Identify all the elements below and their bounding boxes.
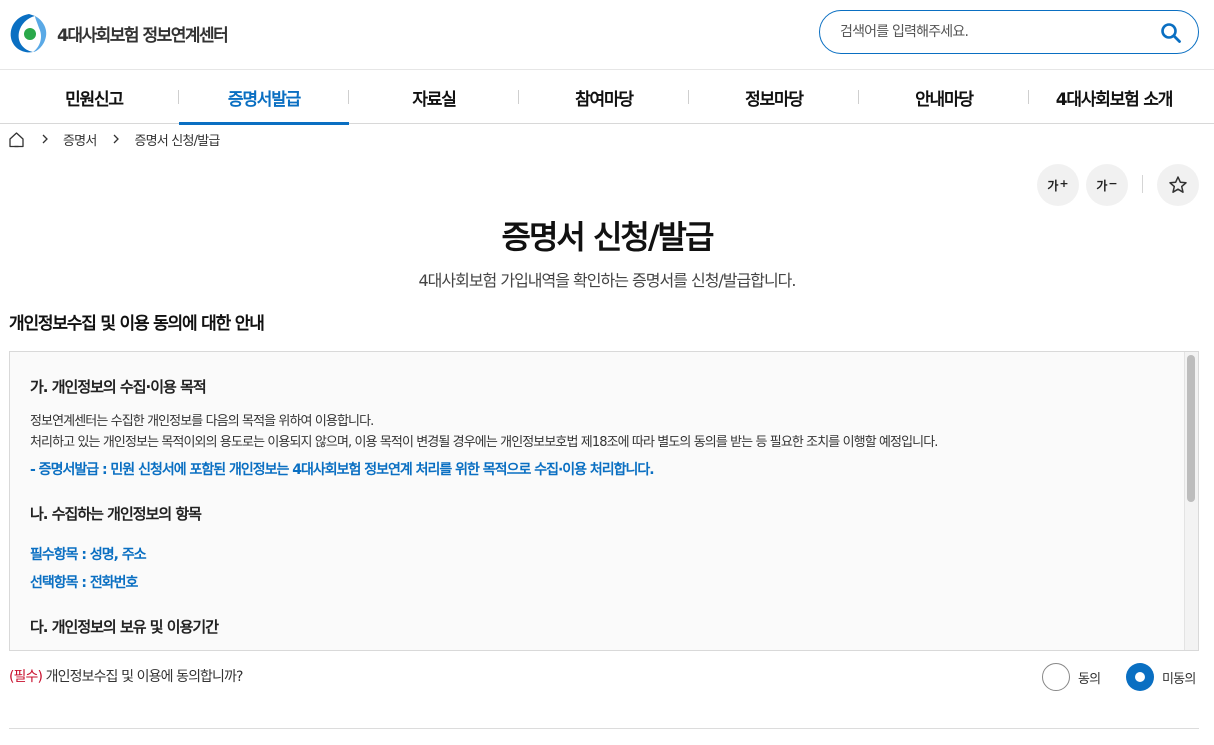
plus-icon: + xyxy=(1059,176,1069,190)
scrollbar-track[interactable] xyxy=(1184,352,1198,650)
nav-item-library[interactable]: 자료실 xyxy=(349,70,519,124)
main-nav: 민원신고 증명서발급 자료실 참여마당 정보마당 안내마당 4대사회보험 소개 xyxy=(0,69,1214,125)
search-box xyxy=(819,10,1199,54)
bookmark-button[interactable] xyxy=(1157,164,1199,206)
font-up-label: 가 xyxy=(1047,178,1059,193)
breadcrumb-item[interactable]: 증명서 xyxy=(63,130,97,149)
nav-item-complaint[interactable]: 민원신고 xyxy=(9,70,179,124)
chevron-right-icon xyxy=(42,134,48,144)
nav-item-guide[interactable]: 안내마당 xyxy=(859,70,1029,124)
privacy-terms-box[interactable]: 가. 개인정보의 수집·이용 목적 정보연계센터는 수집한 개인정보를 다음의 … xyxy=(9,351,1199,651)
scrollbar-thumb[interactable] xyxy=(1187,355,1195,502)
privacy-section-title: 개인정보수집 및 이용 동의에 대한 안내 xyxy=(9,314,265,334)
nav-item-certificate[interactable]: 증명서발급 xyxy=(179,70,349,125)
header: 4대사회보험 정보연계센터 xyxy=(0,0,1214,70)
minus-icon: − xyxy=(1108,176,1118,190)
nav-item-about[interactable]: 4대사회보험 소개 xyxy=(1029,70,1199,124)
nav-item-information[interactable]: 정보마당 xyxy=(689,70,859,124)
agree-radio[interactable] xyxy=(1042,663,1070,691)
font-size-increase-button[interactable]: 가 + xyxy=(1037,164,1079,206)
nav-item-participation[interactable]: 참여마당 xyxy=(519,70,689,124)
agree-label[interactable]: 동의 xyxy=(1078,668,1101,687)
disagree-radio[interactable] xyxy=(1126,663,1154,691)
home-icon[interactable] xyxy=(8,131,25,148)
purpose-text: 정보연계센터는 수집한 개인정보를 다음의 목적을 위하여 이용합니다. xyxy=(30,414,374,429)
divider xyxy=(9,728,1199,729)
purpose-text: 처리하고 있는 개인정보는 목적이외의 용도로는 이용되지 않으며, 이용 목적… xyxy=(30,435,938,450)
logo-text: 4대사회보험 정보연계센터 xyxy=(57,25,229,46)
required-items: 필수항목 : 성명, 주소 xyxy=(30,547,147,563)
retention-heading: 다. 개인정보의 보유 및 이용기간 xyxy=(30,618,219,636)
font-size-decrease-button[interactable]: 가 − xyxy=(1086,164,1128,206)
breadcrumb: 증명서 증명서 신청/발급 xyxy=(8,129,220,149)
search-icon[interactable] xyxy=(1160,22,1182,44)
required-tag: (필수) xyxy=(9,669,43,685)
purpose-highlight: - 증명서발급 : 민원 신청서에 포함된 개인정보는 4대사회보험 정보연계 … xyxy=(30,462,655,478)
site-logo[interactable]: 4대사회보험 정보연계센터 xyxy=(9,12,229,54)
search-input[interactable] xyxy=(840,21,1150,43)
font-down-label: 가 xyxy=(1096,178,1108,193)
breadcrumb-current: 증명서 신청/발급 xyxy=(134,133,220,149)
consent-question-text: 개인정보수집 및 이용에 동의합니까? xyxy=(42,669,244,685)
page-subtitle: 4대사회보험 가입내역을 확인하는 증명서를 신청/발급합니다. xyxy=(418,271,796,290)
logo-emblem-icon xyxy=(10,14,47,53)
chevron-right-icon xyxy=(114,134,120,144)
consent-question: (필수) 개인정보수집 및 이용에 동의합니까? xyxy=(9,666,243,686)
purpose-heading: 가. 개인정보의 수집·이용 목적 xyxy=(30,378,207,396)
tool-divider xyxy=(1142,175,1143,193)
items-heading: 나. 수집하는 개인정보의 항목 xyxy=(30,505,202,523)
page-title: 증명서 신청/발급 xyxy=(501,218,715,256)
optional-items: 선택항목 : 전화번호 xyxy=(30,575,138,591)
disagree-label[interactable]: 미동의 xyxy=(1162,668,1196,687)
star-icon xyxy=(1169,176,1187,193)
